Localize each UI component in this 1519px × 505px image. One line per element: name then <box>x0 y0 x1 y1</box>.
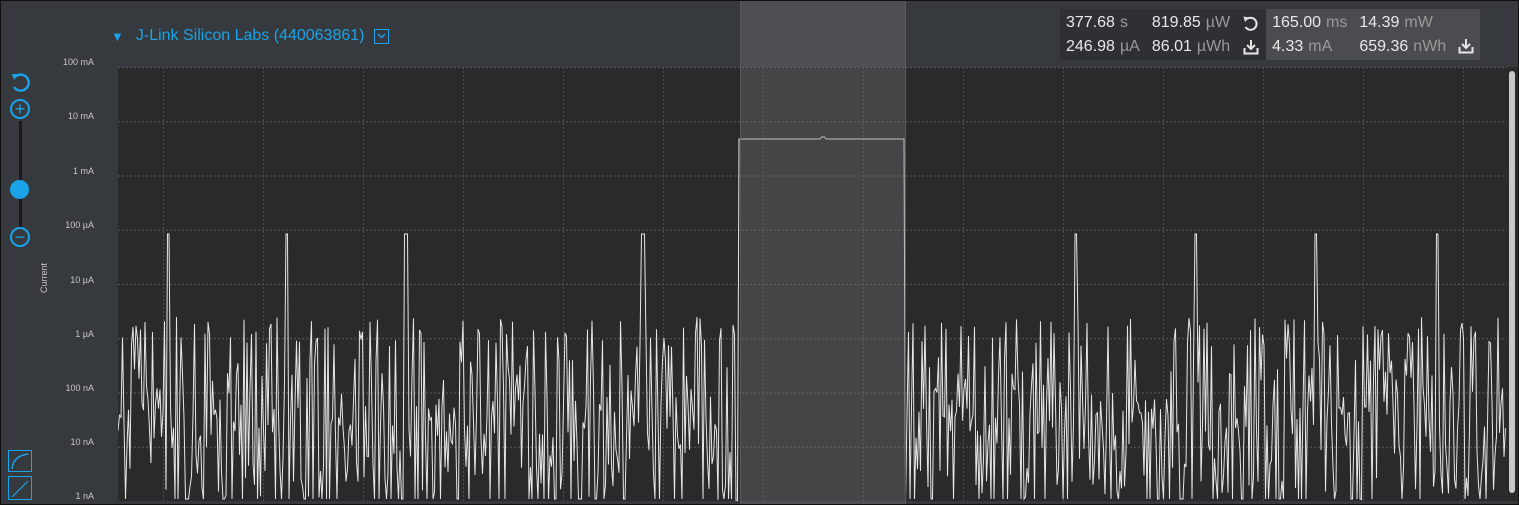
selection-power-value: 14.39 <box>1359 13 1400 31</box>
chevron-down-icon[interactable] <box>374 28 390 44</box>
y-tick-label: 100 µA <box>65 220 94 230</box>
scrollbar-thumb[interactable] <box>1509 71 1515 493</box>
reset-stats-icon[interactable] <box>1242 15 1260 33</box>
vertical-scrollbar[interactable] <box>1507 67 1518 501</box>
y-tick-label: 1 mA <box>72 166 94 176</box>
selection-stats-panel: 165.00 ms 4.33 mA 14.39 mW 659.36 nWh <box>1266 9 1481 60</box>
y-tick-label: 1 µA <box>75 329 94 339</box>
reset-zoom-icon[interactable] <box>9 71 33 100</box>
selection-window[interactable] <box>740 1 906 504</box>
y-axis-title: Current <box>39 262 50 294</box>
selection-time-unit: ms <box>1326 13 1348 31</box>
total-time-value: 377.68 <box>1066 13 1115 31</box>
y-tick-label: 1 nA <box>75 491 94 501</box>
export-total-icon[interactable] <box>1243 39 1259 55</box>
zoom-slider-handle[interactable] <box>10 180 29 199</box>
total-power-unit: µW <box>1205 13 1231 31</box>
zoom-controls: + − <box>7 69 35 249</box>
total-power-value: 819.85 <box>1151 13 1201 31</box>
selection-current-value: 4.33 <box>1272 37 1304 55</box>
device-name: J-Link Silicon Labs (440063861) <box>135 27 365 44</box>
device-header[interactable]: ▼ J-Link Silicon Labs (440063861) <box>111 21 390 51</box>
y-tick-label: 10 mA <box>67 111 94 121</box>
y-tick-label: 100 nA <box>65 383 94 393</box>
export-selection-icon[interactable] <box>1458 38 1474 54</box>
y-tick-label: 100 mA <box>62 57 94 67</box>
total-energy-unit: µWh <box>1196 37 1231 55</box>
selection-energy-unit: nWh <box>1413 37 1447 55</box>
y-tick-label: 10 µA <box>70 275 94 285</box>
zoom-slider-track[interactable] <box>19 121 22 229</box>
measurement-stats: 377.68 s 246.98 µA 819.85 µW 86.01 µWh 165.0… <box>1060 9 1481 60</box>
selection-current-unit: mA <box>1308 37 1333 55</box>
triangle-down-icon[interactable]: ▼ <box>111 29 124 44</box>
energy-profiler-view: ▼ J-Link Silicon Labs (440063861) 100 mA… <box>0 0 1519 505</box>
y-tick-label: 10 nA <box>70 437 94 447</box>
total-time-unit: s <box>1119 13 1128 31</box>
selection-time-value: 165.00 <box>1272 13 1322 31</box>
total-energy-value: 86.01 <box>1151 37 1192 55</box>
zoom-out-icon[interactable]: − <box>10 227 30 247</box>
total-current-unit: µA <box>1119 37 1140 55</box>
log-scale-icon[interactable] <box>8 450 32 472</box>
total-current-value: 246.98 <box>1066 37 1115 55</box>
selection-energy-value: 659.36 <box>1359 37 1409 55</box>
total-stats-panel: 377.68 s 246.98 µA 819.85 µW 86.01 µWh <box>1060 9 1267 60</box>
zoom-in-icon[interactable]: + <box>10 99 30 119</box>
selection-power-unit: mW <box>1404 13 1433 31</box>
linear-scale-icon[interactable] <box>8 476 32 500</box>
